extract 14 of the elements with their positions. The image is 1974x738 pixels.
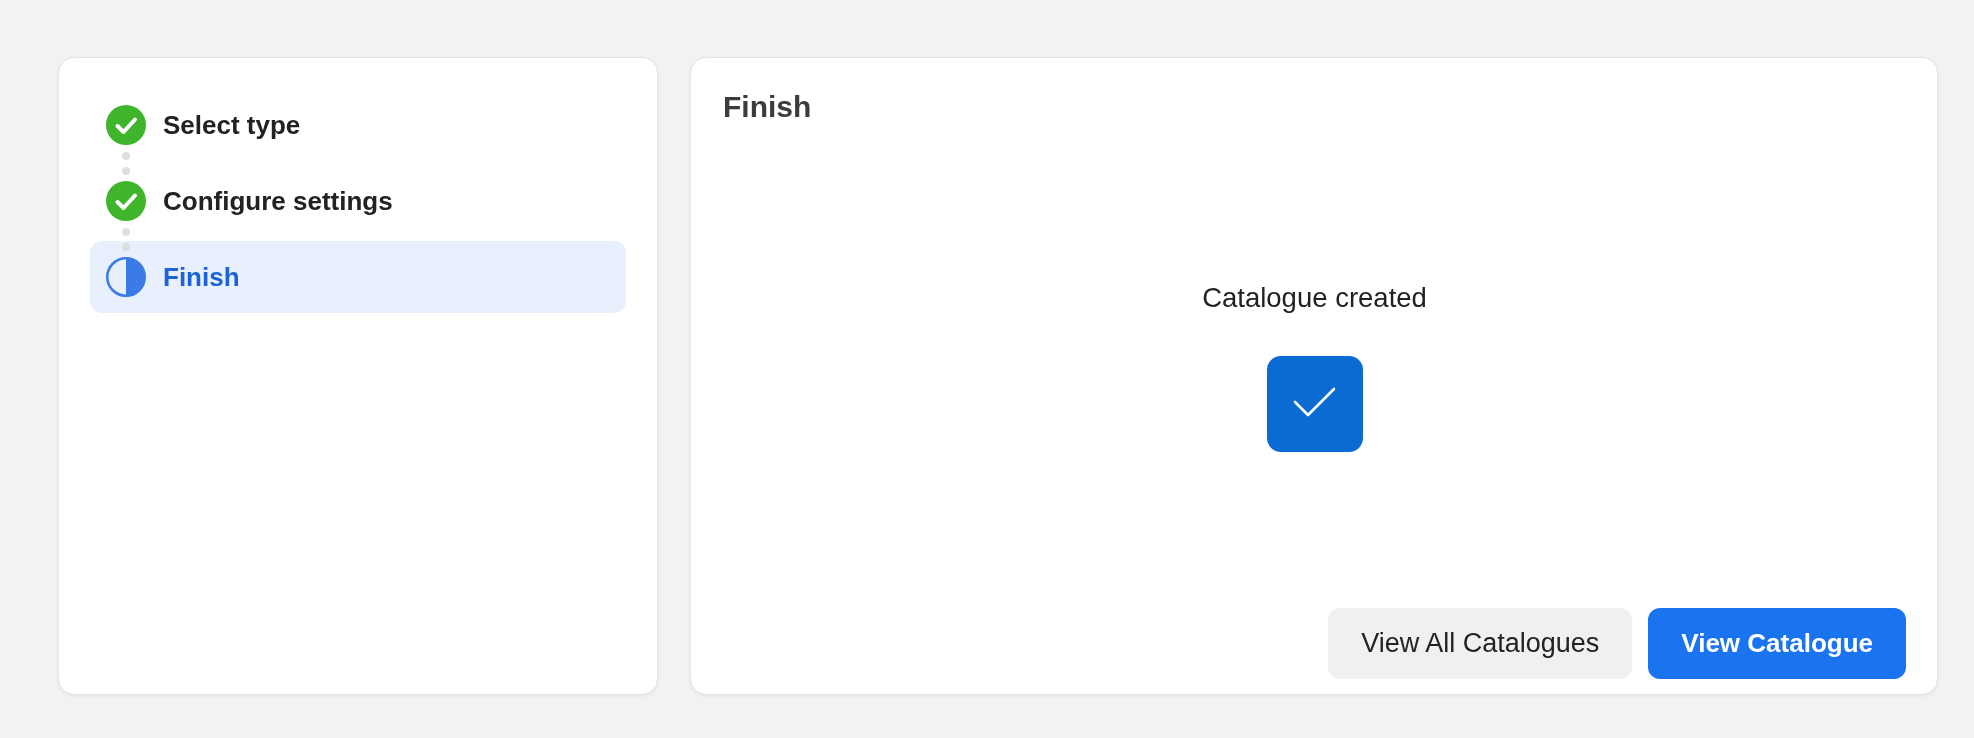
step-item[interactable]: Finish — [90, 241, 626, 313]
panel-title: Finish — [723, 89, 813, 125]
primary-button[interactable]: View Catalogue — [1648, 608, 1906, 679]
connector-dot-icon — [122, 166, 130, 175]
success-check-icon — [1266, 356, 1363, 452]
secondary-button[interactable]: View All Catalogues — [1328, 608, 1633, 679]
step-item[interactable]: Configure settings — [90, 165, 626, 237]
check-circle-icon — [106, 181, 146, 221]
half-circle-icon — [106, 257, 146, 297]
step-item[interactable]: Select type — [90, 89, 626, 161]
connector-dot-icon — [122, 151, 130, 160]
check-circle-icon — [106, 105, 146, 145]
status-message: Catalogue created — [1202, 281, 1427, 314]
connector-dot-icon — [122, 227, 130, 236]
